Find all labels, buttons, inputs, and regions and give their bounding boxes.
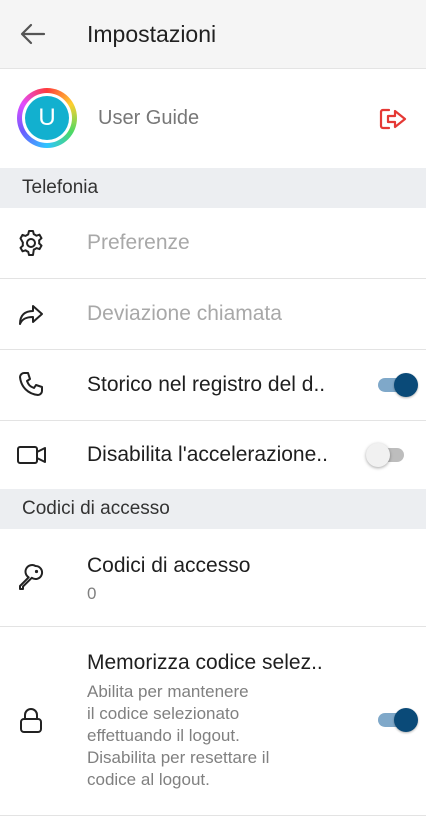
app-bar: Impostazioni — [0, 0, 426, 69]
section-title: Telefonia — [22, 177, 99, 198]
key-icon — [19, 564, 44, 590]
avatar-letter: U — [25, 96, 69, 140]
row-value: 0 — [87, 584, 97, 603]
user-name: User Guide — [98, 107, 200, 129]
settings-row-preferenze[interactable]: Preferenze — [0, 208, 426, 279]
row-label: Storico nel registro del d.. — [87, 373, 326, 396]
row-label: Codici di accesso — [87, 554, 251, 577]
memorizza-toggle[interactable] — [376, 708, 418, 732]
section-title: Codici di accesso — [22, 498, 170, 519]
arrow-left-icon[interactable] — [20, 22, 46, 46]
section-header-codici: Codici di accesso — [0, 489, 426, 529]
profile-row: U User Guide — [0, 69, 426, 168]
settings-row-storico[interactable]: Storico nel registro del d.. — [0, 350, 426, 421]
settings-row-memorizza-codice[interactable]: Memorizza codice selez.. Abilita per man… — [0, 627, 426, 816]
section-header-telefonia: Telefonia — [0, 168, 426, 208]
accelerazione-toggle[interactable] — [366, 443, 408, 467]
storico-toggle[interactable] — [376, 373, 418, 397]
video-camera-icon — [17, 446, 46, 464]
row-label: Deviazione chiamata — [87, 302, 282, 325]
row-label: Preferenze — [87, 231, 190, 254]
row-description: Abilita per mantenere il codice selezion… — [87, 682, 270, 789]
avatar[interactable]: U — [17, 88, 77, 148]
gear-icon — [19, 230, 43, 256]
settings-row-codici-accesso[interactable]: Codici di accesso 0 — [0, 529, 426, 627]
settings-row-accelerazione[interactable]: Disabilita l'accelerazione.. — [0, 421, 426, 490]
lock-icon — [20, 708, 42, 733]
page-title: Impostazioni — [87, 21, 217, 47]
settings-row-deviazione-chiamata[interactable]: Deviazione chiamata — [0, 279, 426, 350]
phone-icon — [19, 372, 43, 396]
forward-icon — [19, 305, 43, 325]
row-label: Memorizza codice selez.. — [87, 651, 323, 674]
row-label: Disabilita l'accelerazione.. — [87, 443, 328, 466]
logout-icon[interactable] — [378, 106, 408, 132]
